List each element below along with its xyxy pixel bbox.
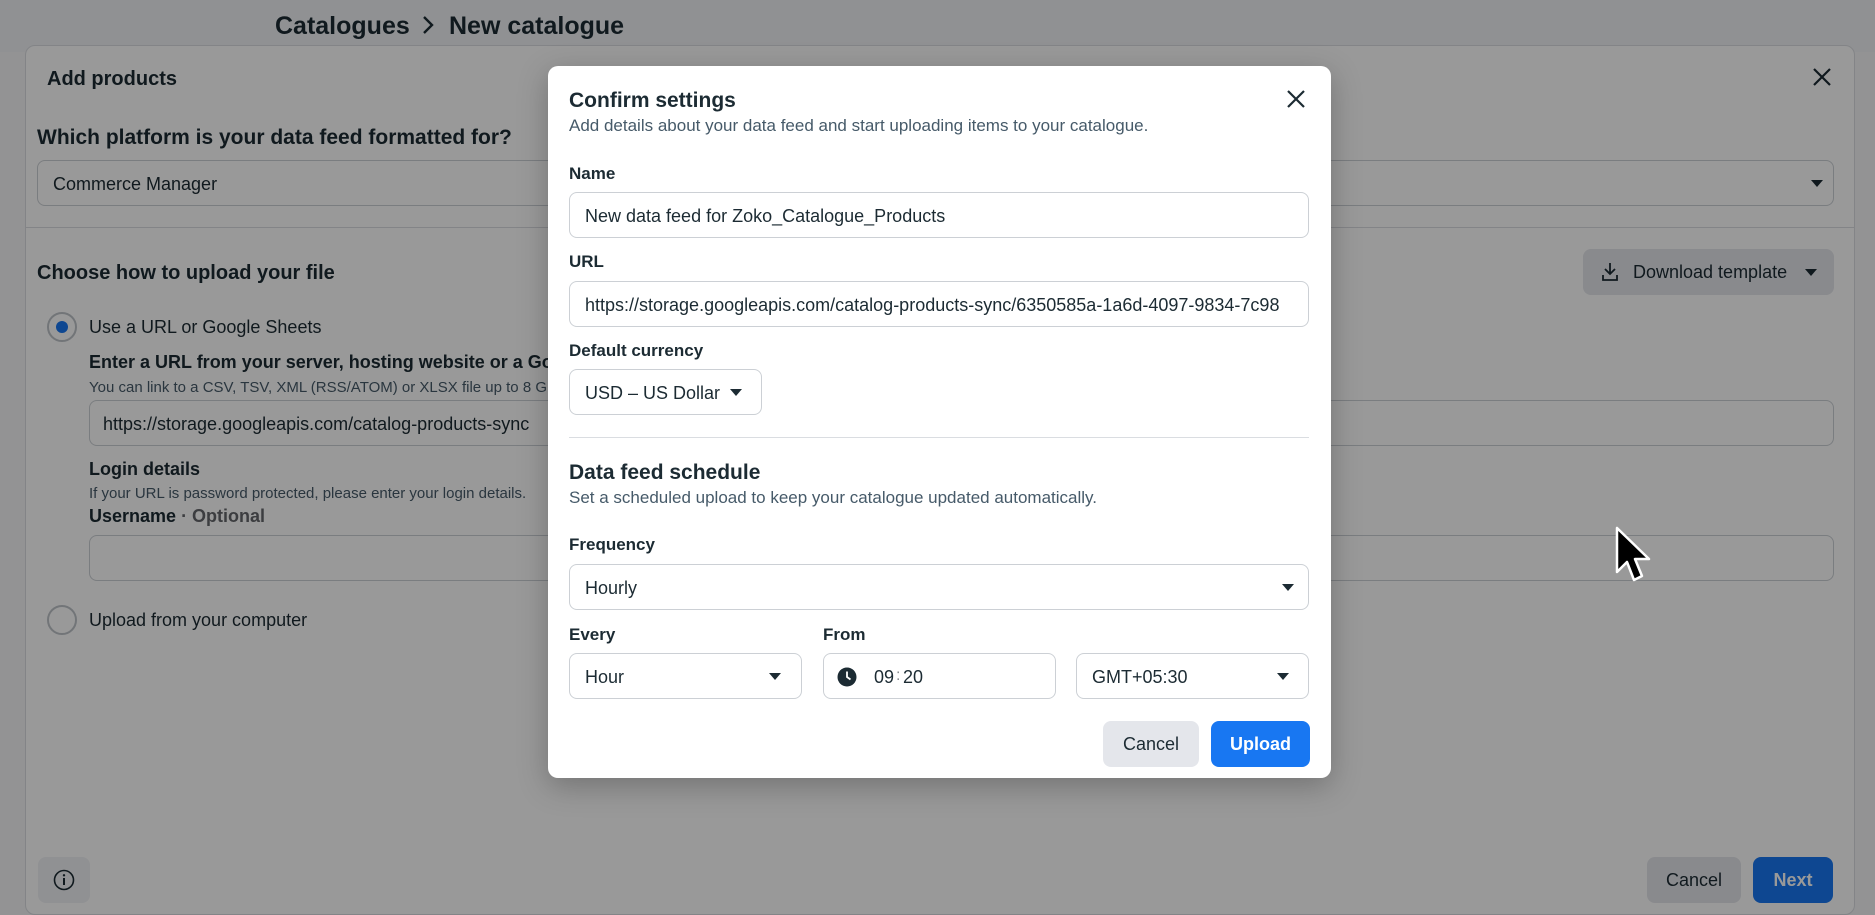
divider bbox=[569, 437, 1309, 438]
frequency-value: Hourly bbox=[585, 578, 638, 598]
dialog-subtitle: Add details about your data feed and sta… bbox=[569, 116, 1149, 135]
url-label: URL bbox=[569, 252, 604, 271]
frequency-label: Frequency bbox=[569, 535, 655, 554]
clock-icon bbox=[837, 667, 857, 687]
caret-down-icon bbox=[1282, 584, 1294, 591]
schedule-subtitle: Set a scheduled upload to keep your cata… bbox=[569, 488, 1097, 507]
name-input[interactable]: New data feed for Zoko_Catalogue_Product… bbox=[569, 192, 1309, 238]
dialog-title: Confirm settings bbox=[569, 89, 736, 112]
upload-button[interactable]: Upload bbox=[1211, 721, 1310, 767]
frequency-select[interactable]: Hourly bbox=[569, 564, 1309, 610]
caret-down-icon bbox=[769, 673, 781, 680]
currency-label: Default currency bbox=[569, 341, 704, 360]
confirm-settings-dialog: Confirm settings Add details about your … bbox=[548, 66, 1331, 778]
currency-select[interactable]: USD – US Dollar bbox=[569, 369, 762, 415]
url-input[interactable]: https://storage.googleapis.com/catalog-p… bbox=[569, 281, 1309, 327]
from-time-input[interactable]: 09 : 20 bbox=[823, 653, 1056, 699]
every-label: Every bbox=[569, 625, 616, 644]
name-label: Name bbox=[569, 164, 616, 183]
schedule-title: Data feed schedule bbox=[569, 461, 761, 484]
from-label: From bbox=[823, 625, 866, 644]
from-hour[interactable]: 09 bbox=[874, 667, 894, 688]
from-minute[interactable]: 20 bbox=[903, 667, 923, 688]
from-colon: : bbox=[896, 667, 901, 684]
caret-down-icon bbox=[1277, 673, 1289, 680]
name-input-value: New data feed for Zoko_Catalogue_Product… bbox=[585, 206, 946, 226]
currency-value: USD – US Dollar bbox=[585, 383, 721, 403]
close-icon[interactable] bbox=[1285, 88, 1307, 110]
timezone-value: GMT+05:30 bbox=[1092, 667, 1188, 687]
caret-down-icon bbox=[730, 389, 742, 396]
every-select[interactable]: Hour bbox=[569, 653, 802, 699]
url-input-value: https://storage.googleapis.com/catalog-p… bbox=[585, 295, 1280, 315]
every-value: Hour bbox=[585, 667, 625, 687]
mouse-pointer-icon bbox=[1615, 526, 1651, 582]
cancel-button[interactable]: Cancel bbox=[1103, 721, 1199, 767]
timezone-select[interactable]: GMT+05:30 bbox=[1076, 653, 1309, 699]
